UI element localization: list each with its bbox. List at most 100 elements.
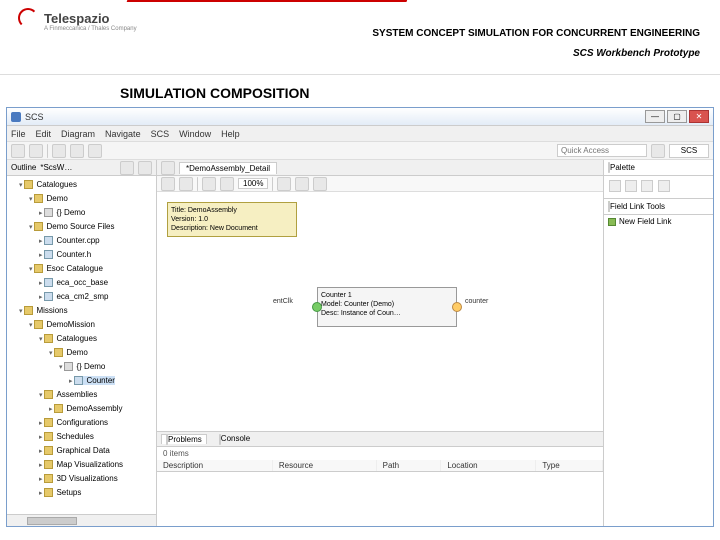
tree-demo2[interactable]: Demo {} Demo Counter [49,346,154,388]
line-icon[interactable] [313,177,327,191]
outline-tool-icon[interactable] [138,161,152,175]
tree-demo[interactable]: Demo {} Demo [29,192,154,220]
toolbar-btn[interactable] [52,144,66,158]
toolbar-btn[interactable] [70,144,84,158]
document-info-box[interactable]: Title: DemoAssembly Version: 1.0 Descrip… [167,202,297,237]
zoom-in-icon[interactable] [202,177,216,191]
separator [272,177,273,191]
diagram-canvas[interactable]: Title: DemoAssembly Version: 1.0 Descrip… [157,192,603,431]
bold-icon[interactable] [161,177,175,191]
col-location[interactable]: Location [441,460,536,472]
open-perspective-icon[interactable] [651,144,665,158]
tree-configurations[interactable]: Configurations [39,416,154,430]
decorative-curve [113,0,408,40]
main-toolbar: SCS [7,142,713,160]
tree-catalogues[interactable]: Catalogues Demo {} Demo Demo Source File… [19,178,154,304]
tree-esa2[interactable]: eca_cm2_smp [39,290,154,304]
outline-tab-file[interactable]: *ScsW… [40,163,72,172]
perspective-button[interactable]: SCS [669,144,709,158]
app-window: SCS — ▢ ✕ File Edit Diagram Navigate SCS… [6,107,714,527]
scrollbar-thumb[interactable] [27,517,77,525]
menu-help[interactable]: Help [221,129,240,139]
tab-console[interactable]: Console [215,434,254,443]
titlebar[interactable]: SCS — ▢ ✕ [7,108,713,126]
problems-table: Description Resource Path Location Type [157,460,603,526]
tree-esa1[interactable]: eca_occ_base [39,276,154,290]
palette-header: Palette [604,160,713,176]
font-icon[interactable] [277,177,291,191]
section-title: SIMULATION COMPOSITION [120,85,720,101]
minimize-button[interactable]: — [645,110,665,123]
palette-group-header[interactable]: Field Link Tools [604,199,713,215]
menu-diagram[interactable]: Diagram [61,129,95,139]
palette-new-field-link[interactable]: New Field Link [604,215,713,228]
menu-edit[interactable]: Edit [36,129,52,139]
tree-demoassembly[interactable]: DemoAssembly [49,402,154,416]
outline-tab[interactable]: Outline [11,163,36,172]
tree-demo2-pkg[interactable]: {} Demo Counter [59,360,154,388]
window-controls: — ▢ ✕ [645,110,709,123]
logo: Telespazio [18,8,110,28]
menu-navigate[interactable]: Navigate [105,129,141,139]
doc-version: Version: 1.0 [171,215,293,224]
tree-counter-cpp[interactable]: Counter.cpp [39,234,154,248]
tree-demo-pkg[interactable]: {} Demo [39,206,154,220]
bottom-panel: Problems Console 0 items Description Res… [157,431,603,526]
app-icon [11,112,21,122]
menu-window[interactable]: Window [179,129,211,139]
outline-panel: Outline *ScsW… Catalogues Demo {} Demo D… [7,160,157,526]
toolbar-btn[interactable] [11,144,25,158]
outline-tab-bar: Outline *ScsW… [7,160,156,176]
tree-esoc-catalogue[interactable]: Esoc Catalogue eca_occ_base eca_cm2_smp [29,262,154,304]
horizontal-scrollbar[interactable] [7,514,156,526]
tree-schedules[interactable]: Schedules [39,430,154,444]
model-name: Counter 1 [321,291,453,300]
menu-file[interactable]: File [11,129,26,139]
tree-assemblies[interactable]: Assemblies DemoAssembly [39,388,154,416]
model-model: Model: Counter (Demo) [321,300,453,309]
col-description[interactable]: Description [157,460,272,472]
color-icon[interactable] [295,177,309,191]
logo-name: Telespazio [44,11,110,26]
toolbar-btn[interactable] [29,144,43,158]
maximize-button[interactable]: ▢ [667,110,687,123]
zoom-out-icon[interactable] [220,177,234,191]
toolbar-btn[interactable] [88,144,102,158]
doc-title: Title: DemoAssembly [171,206,293,215]
text-tool-icon[interactable] [658,180,670,192]
output-port-icon[interactable] [452,302,462,312]
palette-tools [604,176,713,199]
tree-missions[interactable]: Missions DemoMission Catalogues Demo {} … [19,304,154,500]
menu-scs[interactable]: SCS [151,129,170,139]
quick-access-input[interactable] [557,144,647,157]
editor-icon [161,161,175,175]
tree-graphical-data[interactable]: Graphical Data [39,444,154,458]
tree-counter-h[interactable]: Counter.h [39,248,154,262]
note-tool-icon[interactable] [641,180,653,192]
tree-counter-selected[interactable]: Counter [69,374,154,388]
close-button[interactable]: ✕ [689,110,709,123]
tree-map-vis[interactable]: Map Visualizations [39,458,154,472]
outline-tool-icon[interactable] [120,161,134,175]
tab-problems[interactable]: Problems [161,434,207,444]
slide-title-main: SYSTEM CONCEPT SIMULATION FOR CONCURRENT… [372,28,700,39]
editor-area: *DemoAssembly_Detail 100% Title: DemoAss… [157,160,603,526]
col-resource[interactable]: Resource [272,460,376,472]
port-right-label: counter [465,298,488,305]
tree-demomission[interactable]: DemoMission Catalogues Demo {} Demo Coun… [29,318,154,500]
model-instance-box[interactable]: Counter 1 Model: Counter (Demo) Desc: In… [317,287,457,327]
zoom-combo[interactable]: 100% [238,178,268,189]
tree-setups[interactable]: Setups [39,486,154,500]
select-tool-icon[interactable] [609,180,621,192]
marquee-tool-icon[interactable] [625,180,637,192]
col-path[interactable]: Path [376,460,441,472]
italic-icon[interactable] [179,177,193,191]
tree-3d-vis[interactable]: 3D Visualizations [39,472,154,486]
col-type[interactable]: Type [536,460,603,472]
editor-tabs: *DemoAssembly_Detail [157,160,603,176]
menubar: File Edit Diagram Navigate SCS Window He… [7,126,713,142]
input-port-icon[interactable] [312,302,322,312]
tree-demo-src[interactable]: Demo Source Files Counter.cpp Counter.h [29,220,154,262]
tree-catalogues2[interactable]: Catalogues Demo {} Demo Counter [39,332,154,388]
editor-tab[interactable]: *DemoAssembly_Detail [179,162,277,174]
